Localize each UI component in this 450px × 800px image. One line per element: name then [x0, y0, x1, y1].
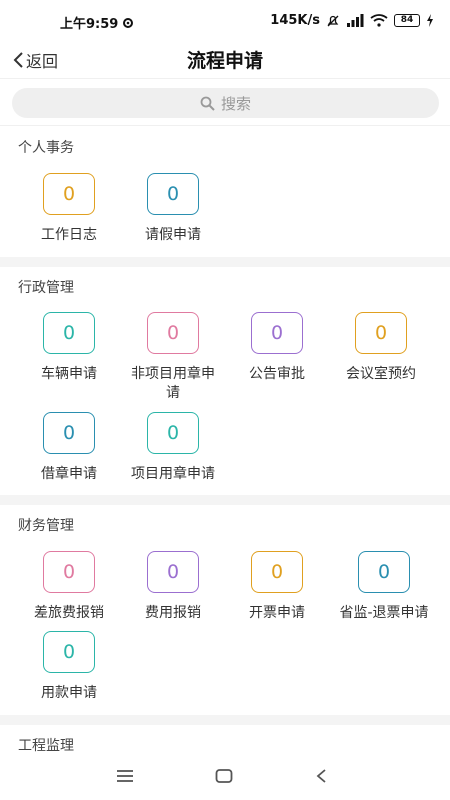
- tile-invoice-request[interactable]: 0 开票申请: [225, 551, 329, 623]
- count-badge: 0: [43, 631, 95, 673]
- count-badge: 0: [147, 412, 199, 454]
- tile-label: 公告审批: [249, 366, 305, 382]
- tile-expense-reimbursement[interactable]: 0 费用报销: [121, 551, 225, 623]
- wifi-icon: [370, 14, 388, 27]
- section-title: 财务管理: [18, 518, 74, 534]
- signal-icon: [347, 14, 364, 27]
- count-badge: 0: [43, 551, 95, 593]
- tile-label: 项目用章申请: [131, 466, 215, 482]
- tile-label: 车辆申请: [41, 366, 97, 382]
- count-badge: 0: [358, 551, 410, 593]
- tile-travel-reimbursement[interactable]: 0 差旅费报销: [17, 551, 121, 623]
- tile-label: 请假申请: [145, 227, 201, 243]
- count-badge: 0: [43, 412, 95, 454]
- tile-label: 差旅费报销: [34, 605, 104, 621]
- section-admin: 行政管理 0 车辆申请 0 非项目用章申请 0 公告审批 0 会议室预约 0 借…: [0, 267, 450, 495]
- tile-label: 开票申请: [249, 605, 305, 621]
- count-badge: 0: [147, 173, 199, 215]
- tile-borrow-seal[interactable]: 0 借章申请: [17, 412, 121, 484]
- section-title: 行政管理: [18, 280, 74, 296]
- search-placeholder: 搜索: [220, 94, 251, 113]
- section-divider: [0, 495, 450, 505]
- section-divider: [0, 715, 450, 725]
- home-button[interactable]: [209, 764, 239, 788]
- page-title: 流程申请: [186, 50, 263, 72]
- count-badge: 0: [251, 312, 303, 354]
- count-badge: 0: [43, 173, 95, 215]
- back-triangle-icon: [316, 769, 326, 783]
- network-speed: 145K/s: [270, 13, 320, 28]
- count-badge: 0: [147, 312, 199, 354]
- count-badge: 0: [355, 312, 407, 354]
- status-right-group: 145K/s 84: [270, 13, 434, 28]
- status-time: 上午9:59: [60, 17, 119, 32]
- tile-label: 工作日志: [41, 227, 97, 243]
- battery-icon: 84: [394, 14, 420, 27]
- tile-label: 借章申请: [41, 466, 97, 482]
- count-badge: 0: [251, 551, 303, 593]
- section-divider: [0, 257, 450, 267]
- charging-icon: [427, 14, 433, 27]
- back-nav-button[interactable]: [306, 764, 336, 788]
- count-badge: 0: [43, 312, 95, 354]
- tile-label: 用款申请: [41, 685, 97, 701]
- tile-meeting-room[interactable]: 0 会议室预约: [329, 312, 433, 384]
- section-engineering: 工程监理: [0, 725, 450, 752]
- status-bar: 上午9:59 145K/s 84: [0, 0, 450, 40]
- section-title: 个人事务: [18, 140, 74, 156]
- tile-label: 会议室预约: [346, 366, 416, 382]
- mute-icon: [327, 15, 339, 26]
- search-input[interactable]: 搜索: [12, 88, 439, 118]
- search-area: 搜索: [0, 78, 450, 126]
- tile-vehicle-request[interactable]: 0 车辆申请: [17, 312, 121, 384]
- status-time-group: 上午9:59: [60, 13, 134, 32]
- tile-work-log[interactable]: 0 工作日志: [17, 173, 121, 245]
- tile-leave-request[interactable]: 0 请假申请: [121, 173, 225, 245]
- tile-notice-approval[interactable]: 0 公告审批: [225, 312, 329, 384]
- settings-gear-icon: [123, 17, 134, 28]
- menu-button[interactable]: [110, 764, 140, 788]
- tile-payment-request[interactable]: 0 用款申请: [17, 631, 121, 703]
- menu-icon: [117, 770, 133, 782]
- tile-label: 费用报销: [145, 605, 201, 621]
- section-finance: 财务管理 0 差旅费报销 0 费用报销 0 开票申请 0 省监-退票申请 0 用…: [0, 505, 450, 715]
- tile-refund-request[interactable]: 0 省监-退票申请: [329, 551, 439, 623]
- tile-label: 省监-退票申请: [339, 605, 429, 621]
- tile-project-seal[interactable]: 0 项目用章申请: [121, 412, 225, 484]
- tile-label: 非项目用章申请: [131, 366, 215, 401]
- nav-bar: 返回 流程申请: [0, 40, 450, 78]
- system-nav-bar: [0, 752, 450, 800]
- section-title: 工程监理: [18, 738, 74, 752]
- count-badge: 0: [147, 551, 199, 593]
- section-personal: 个人事务 0 工作日志 0 请假申请: [0, 127, 450, 257]
- home-square-icon: [215, 769, 233, 783]
- tile-non-project-seal[interactable]: 0 非项目用章申请: [121, 312, 225, 403]
- search-icon: [200, 96, 215, 111]
